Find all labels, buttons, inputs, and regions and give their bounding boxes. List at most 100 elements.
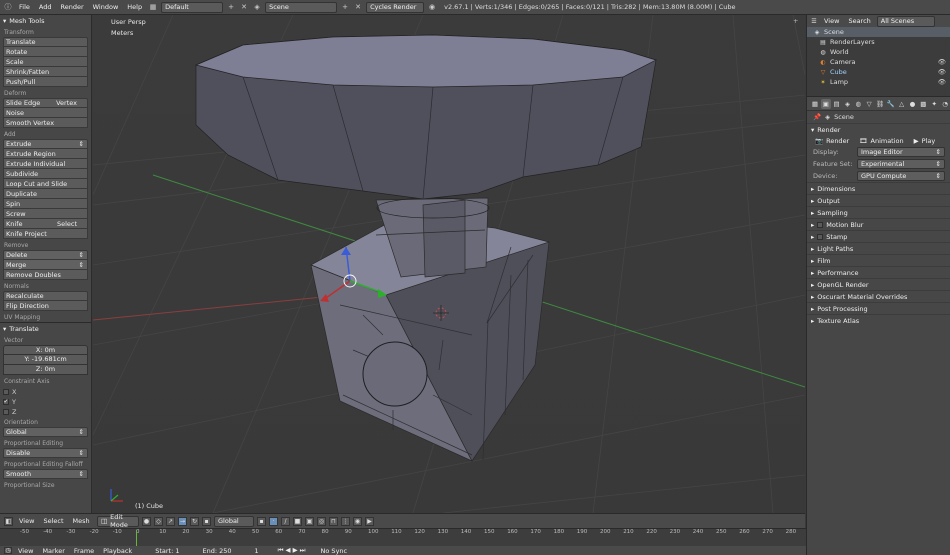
menu-help[interactable]: Help [124,3,145,11]
outliner-menu-search[interactable]: Search [845,17,873,25]
menu-view[interactable]: View [16,517,37,525]
visibility-eye-icon[interactable]: 👁 [938,68,946,76]
delete-menu[interactable]: Delete ⇕ [3,250,88,260]
constraint-x-checkbox[interactable]: X [3,387,88,396]
transform-orientation-select[interactable]: Global [214,515,254,527]
oscurart-overrides-panel[interactable]: ▸ Oscurart Material Overrides [807,290,950,302]
modifiers-tab-icon[interactable]: 🔧 [886,99,896,109]
material-tab-icon[interactable]: ● [908,99,918,109]
tl-menu-frame[interactable]: Frame [71,547,97,555]
start-frame-field[interactable]: Start: 1 [152,547,182,555]
rotate-manipulator-icon[interactable]: ↻ [190,516,199,526]
noise-button[interactable]: Noise [3,108,88,118]
opengl-render-icon[interactable]: ▶ [365,516,374,526]
knife-select-button[interactable]: Select [57,220,77,228]
stamp-checkbox[interactable] [817,233,824,240]
properties-editor-icon[interactable]: ▦ [810,99,820,109]
vertex-select-icon[interactable]: · [269,516,278,526]
remove-layout-icon[interactable]: ✕ [239,2,249,12]
smooth-vertex-button[interactable]: Smooth Vertex [3,118,88,128]
render-engine-select[interactable]: Cycles Render [366,1,425,13]
layer-1-icon[interactable]: ▪ [257,516,266,526]
vector-y-field[interactable]: Y: -19.681cm [3,355,88,365]
loop-cut-button[interactable]: Loop Cut and Slide [3,179,88,189]
outliner-item-renderlayers[interactable]: ▤ RenderLayers [807,37,950,47]
renderlayers-tab-icon[interactable]: ▤ [832,99,842,109]
rotate-button[interactable]: Rotate [3,47,88,57]
menu-window[interactable]: Window [90,3,122,11]
render-tab-icon[interactable]: ▣ [820,98,831,109]
film-panel[interactable]: ▸ Film [807,254,950,266]
outliner-filter-select[interactable]: All Scenes [876,15,935,27]
tl-menu-playback[interactable]: Playback [100,547,135,555]
translate-button[interactable]: Translate [3,37,88,47]
outliner-item-cube[interactable]: ▽ Cube 👁 [807,67,950,77]
spin-button[interactable]: Spin [3,199,88,209]
mode-select[interactable]: ◫ Edit Mode [97,513,139,529]
scale-button[interactable]: Scale [3,57,88,67]
play-button[interactable]: ▶ Play [910,135,940,146]
light-paths-panel[interactable]: ▸ Light Paths [807,242,950,254]
constraint-y-checkbox[interactable]: ✓ Y [3,397,88,406]
particles-tab-icon[interactable]: ✦ [929,99,939,109]
tl-menu-view[interactable]: View [15,547,36,555]
3d-view-editor-icon[interactable]: ◧ [4,516,13,526]
merge-menu[interactable]: Merge ⇕ [3,260,88,270]
duplicate-button[interactable]: Duplicate [3,189,88,199]
slide-vertex-button[interactable]: Vertex [56,99,77,107]
display-select[interactable]: Image Editor ⇕ [857,147,945,157]
scene-field[interactable]: Scene [265,1,338,13]
orientation-select[interactable]: Global ⇕ [3,427,88,437]
menu-render[interactable]: Render [57,3,86,11]
tl-menu-marker[interactable]: Marker [39,547,67,555]
device-select[interactable]: GPU Compute ⇕ [857,171,945,181]
render-preview-icon[interactable]: ◉ [353,516,362,526]
vector-x-field[interactable]: X: 0m [3,345,88,355]
remove-doubles-button[interactable]: Remove Doubles [3,270,88,280]
menu-add[interactable]: Add [36,3,55,11]
timeline-area[interactable]: -50 -40 -30 -20 -10 0 10 20 30 40 50 60 70 80 90 100 110… [0,528,806,546]
snap-element-icon[interactable]: ⋮ [341,516,350,526]
pivot-point-icon[interactable]: ◇ [154,516,163,526]
outliner-item-world[interactable]: ◍ World [807,47,950,57]
screen-layout-icon[interactable]: ▦ [148,2,158,12]
extrude-region-button[interactable]: Extrude Region [3,149,88,159]
current-frame-field[interactable]: 1 [251,547,261,555]
flip-direction-button[interactable]: Flip Direction [3,301,88,311]
vector-z-field[interactable]: Z: 0m [3,365,88,375]
edge-select-icon[interactable]: / [281,516,290,526]
outliner-item-camera[interactable]: ◐ Camera 👁 [807,57,950,67]
opengl-render-panel[interactable]: ▸ OpenGL Render [807,278,950,290]
scale-manipulator-icon[interactable]: ▪ [202,516,211,526]
mesh-tools-panel-header[interactable]: ▾ Mesh Tools [0,15,91,26]
menu-mesh[interactable]: Mesh [70,517,93,525]
playback-controls-icon[interactable]: ⏮ ◀ ▶ ⏭ [275,546,309,555]
prop-edit-select[interactable]: Disable ⇕ [3,448,88,458]
screw-button[interactable]: Screw [3,209,88,219]
face-select-icon[interactable]: ■ [293,516,302,526]
data-tab-icon[interactable]: △ [897,99,907,109]
outliner-item-lamp[interactable]: ✶ Lamp 👁 [807,77,950,87]
shrink-fatten-button[interactable]: Shrink/Fatten [3,67,88,77]
knife-project-button[interactable]: Knife Project [3,229,88,239]
knife-button[interactable]: Knife [6,220,22,228]
constraints-tab-icon[interactable]: ⛓ [875,99,885,109]
viewport-split-icon[interactable]: + [793,17,798,25]
feature-set-select[interactable]: Experimental ⇕ [857,159,945,169]
recalculate-button[interactable]: Recalculate [3,291,88,301]
performance-panel[interactable]: ▸ Performance [807,266,950,278]
physics-tab-icon[interactable]: ◔ [940,99,950,109]
push-pull-button[interactable]: Push/Pull [3,77,88,87]
render-button[interactable]: 📷 Render [811,135,853,146]
limit-selection-icon[interactable]: ▣ [305,516,314,526]
slide-edge-button[interactable]: Slide Edge [6,99,40,107]
end-frame-field[interactable]: End: 250 [199,547,234,555]
translate-manipulator-icon[interactable]: → [178,516,187,526]
stamp-panel[interactable]: ▸ Stamp [807,230,950,242]
object-tab-icon[interactable]: ▽ [864,99,874,109]
animation-button[interactable]: 🎞 Animation [855,135,907,146]
menu-file[interactable]: File [16,3,33,11]
sync-select[interactable]: No Sync [318,547,351,555]
viewport-shading-icon[interactable]: ● [142,516,151,526]
subdivide-button[interactable]: Subdivide [3,169,88,179]
